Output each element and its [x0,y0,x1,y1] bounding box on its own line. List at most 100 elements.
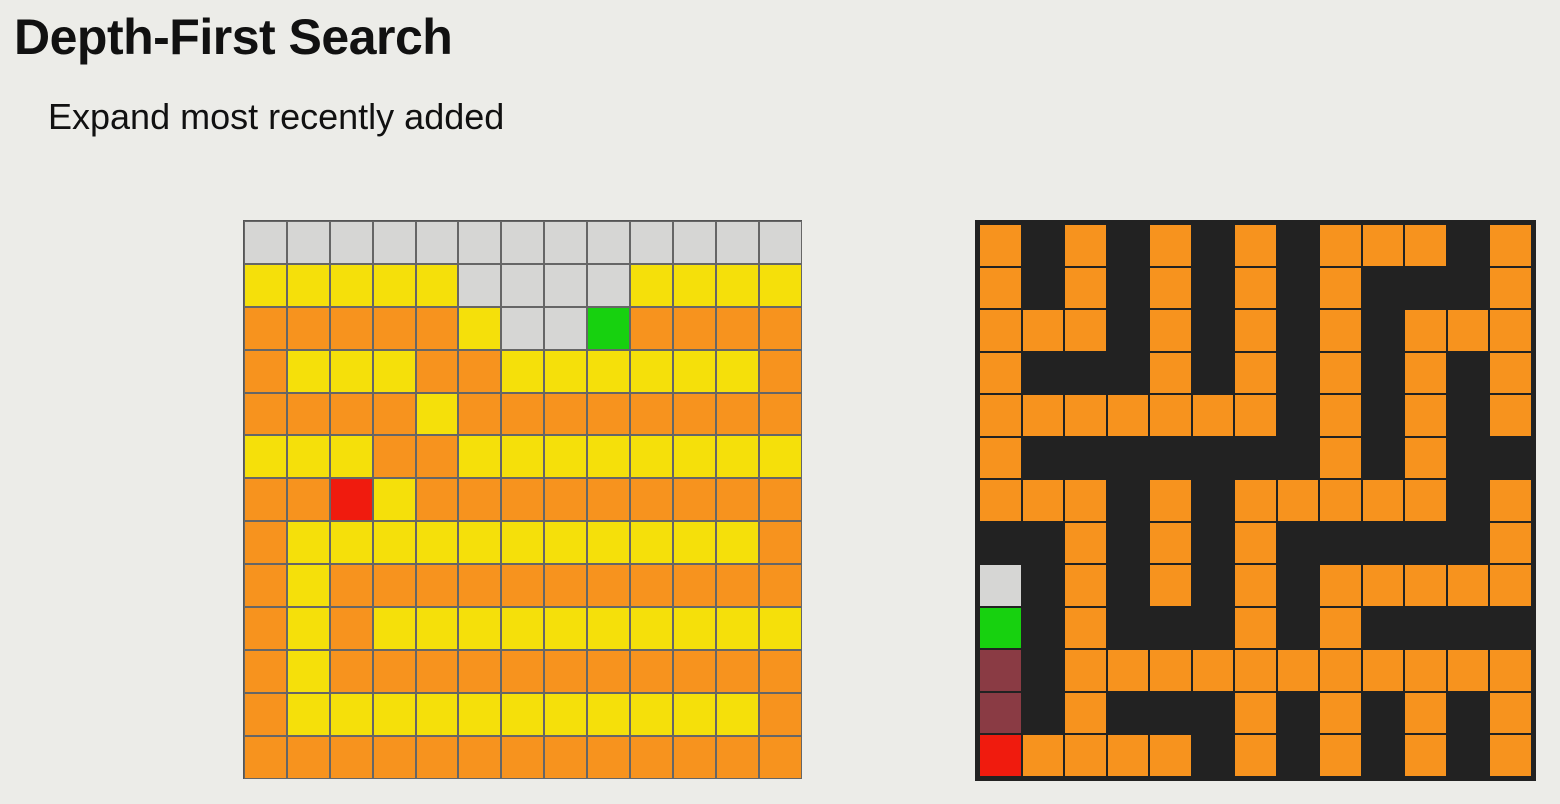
search-grid-cell-explored [501,564,545,608]
search-grid-cell-frontier [415,263,459,307]
maze-grid-cell-wall [1191,266,1234,309]
maze-grid-cell-explored [1234,351,1277,394]
search-grid-cell-explored [715,306,759,350]
search-grid-cell-frontier [329,263,373,307]
maze-grid-cell-wall [1191,436,1234,479]
maze-grid-cell-explored [1149,649,1192,692]
search-grid-cell-explored [587,649,631,693]
search-grid-cell-unexplored [501,263,545,307]
search-grid-cell-explored [672,564,716,608]
search-grid-cell-frontier [329,521,373,565]
maze-grid-cell-explored [1064,266,1107,309]
maze-grid-cell-explored [1319,436,1362,479]
maze-grid-cell-explored [1021,394,1064,437]
maze-grid-cell-explored [1404,436,1447,479]
maze-grid-cell-wall [1276,691,1319,734]
search-grid-cell-explored [244,692,287,736]
search-grid-cell-frontier [672,521,716,565]
maze-grid-cell-explored [1361,564,1404,607]
search-grid-cell-unexplored [587,221,631,264]
search-grid-cell-explored [715,564,759,608]
maze-grid-cell-wall [1191,521,1234,564]
maze-grid-cell-explored [979,436,1022,479]
maze-grid-cell-wall [1276,224,1319,267]
maze-grid-cell-wall [1021,224,1064,267]
maze-grid-cell-explored [1319,351,1362,394]
search-grid-cell-explored [758,392,802,436]
search-grid-cell-explored [630,564,673,608]
maze-grid-cell-explored [1149,734,1192,777]
maze-grid-cell-wall [1191,224,1234,267]
search-grid-cell-frontier [286,435,330,479]
search-grid-cell-unexplored [544,221,588,264]
search-grid-cell-explored [244,607,287,650]
maze-grid-cell-explored [1234,309,1277,352]
maze-grid-cell-wall [1489,436,1532,479]
maze-grid-cell-explored [1191,649,1234,692]
maze-grid-cell-explored [1404,394,1447,437]
maze-grid-cell-explored [1149,521,1192,564]
maze-grid-cell-wall [1446,266,1489,309]
search-grid-cell-frontier [715,435,759,479]
search-grid-cell-unexplored [501,221,545,264]
maze-grid-cell-explored [1489,479,1532,522]
search-grid-cell-frontier [630,435,673,479]
maze-grid-cell-explored [1064,521,1107,564]
maze-grid-cell-explored [1276,649,1319,692]
maze-grid-cell-explored [1064,564,1107,607]
maze-grid-cell-wall [1106,266,1149,309]
maze-grid-cell-wall [1021,521,1064,564]
maze-grid-cell-explored [1234,649,1277,692]
search-grid-cell-frontier [458,521,502,565]
maze-grid-cell-wall [1361,266,1404,309]
maze-grid-cell-explored [1361,649,1404,692]
search-grid-cell-frontier [587,607,631,650]
search-grid-cell-explored [286,478,330,522]
search-grid-cell-explored [329,649,373,693]
maze-grid-cell-wall [1361,606,1404,649]
maze-grid-cell-explored [1234,564,1277,607]
search-grid-cell-explored [372,564,416,608]
maze-grid-cell-explored [979,309,1022,352]
search-grid-cell-explored [372,735,416,779]
search-grid-cell-explored [329,392,373,436]
search-grid-cell-unexplored [758,221,802,264]
maze-grid-cell-explored [1489,564,1532,607]
maze-grid-cell-wall [1489,606,1532,649]
search-grid-cell-start [587,306,631,350]
maze-grid-cell-wall [1276,734,1319,777]
maze-grid-cell-wall [1191,606,1234,649]
search-grid-cell-explored [758,564,802,608]
maze-grid-cell-wall [1106,521,1149,564]
search-grid-cell-explored [501,735,545,779]
maze-grid-cell-explored [1149,266,1192,309]
maze-grid-cell-wall [1446,224,1489,267]
maze-grid-cell-wall [1191,309,1234,352]
search-grid-cell-unexplored [329,221,373,264]
maze-grid-cell-wall [979,521,1022,564]
search-grid-cell-explored [544,392,588,436]
maze-grid-cell-wall [1276,351,1319,394]
maze-grid-cell-explored [1234,691,1277,734]
maze-grid-cell-explored [1404,649,1447,692]
search-grid-cell-explored [415,735,459,779]
search-grid-cell-explored [286,735,330,779]
maze-grid-cell-explored [979,394,1022,437]
maze-grid-cell-explored [1234,521,1277,564]
search-grid-cell-explored [244,306,287,350]
maze-grid-cell-explored [1446,564,1489,607]
search-grid-cell-explored [672,735,716,779]
search-grid-cell-frontier [544,521,588,565]
dfs-search-grid-cells [243,220,802,779]
maze-grid-cell-wall [1404,266,1447,309]
search-grid-cell-explored [244,735,287,779]
maze-grid-cell-wall [1106,564,1149,607]
dfs-maze-grid [975,220,1536,781]
search-grid-cell-unexplored [244,221,287,264]
maze-grid-cell-explored [1446,649,1489,692]
search-grid-cell-explored [458,349,502,393]
search-grid-cell-frontier [672,692,716,736]
maze-grid-cell-wall [1106,606,1149,649]
search-grid-cell-unexplored [372,221,416,264]
search-grid-cell-explored [244,649,287,693]
